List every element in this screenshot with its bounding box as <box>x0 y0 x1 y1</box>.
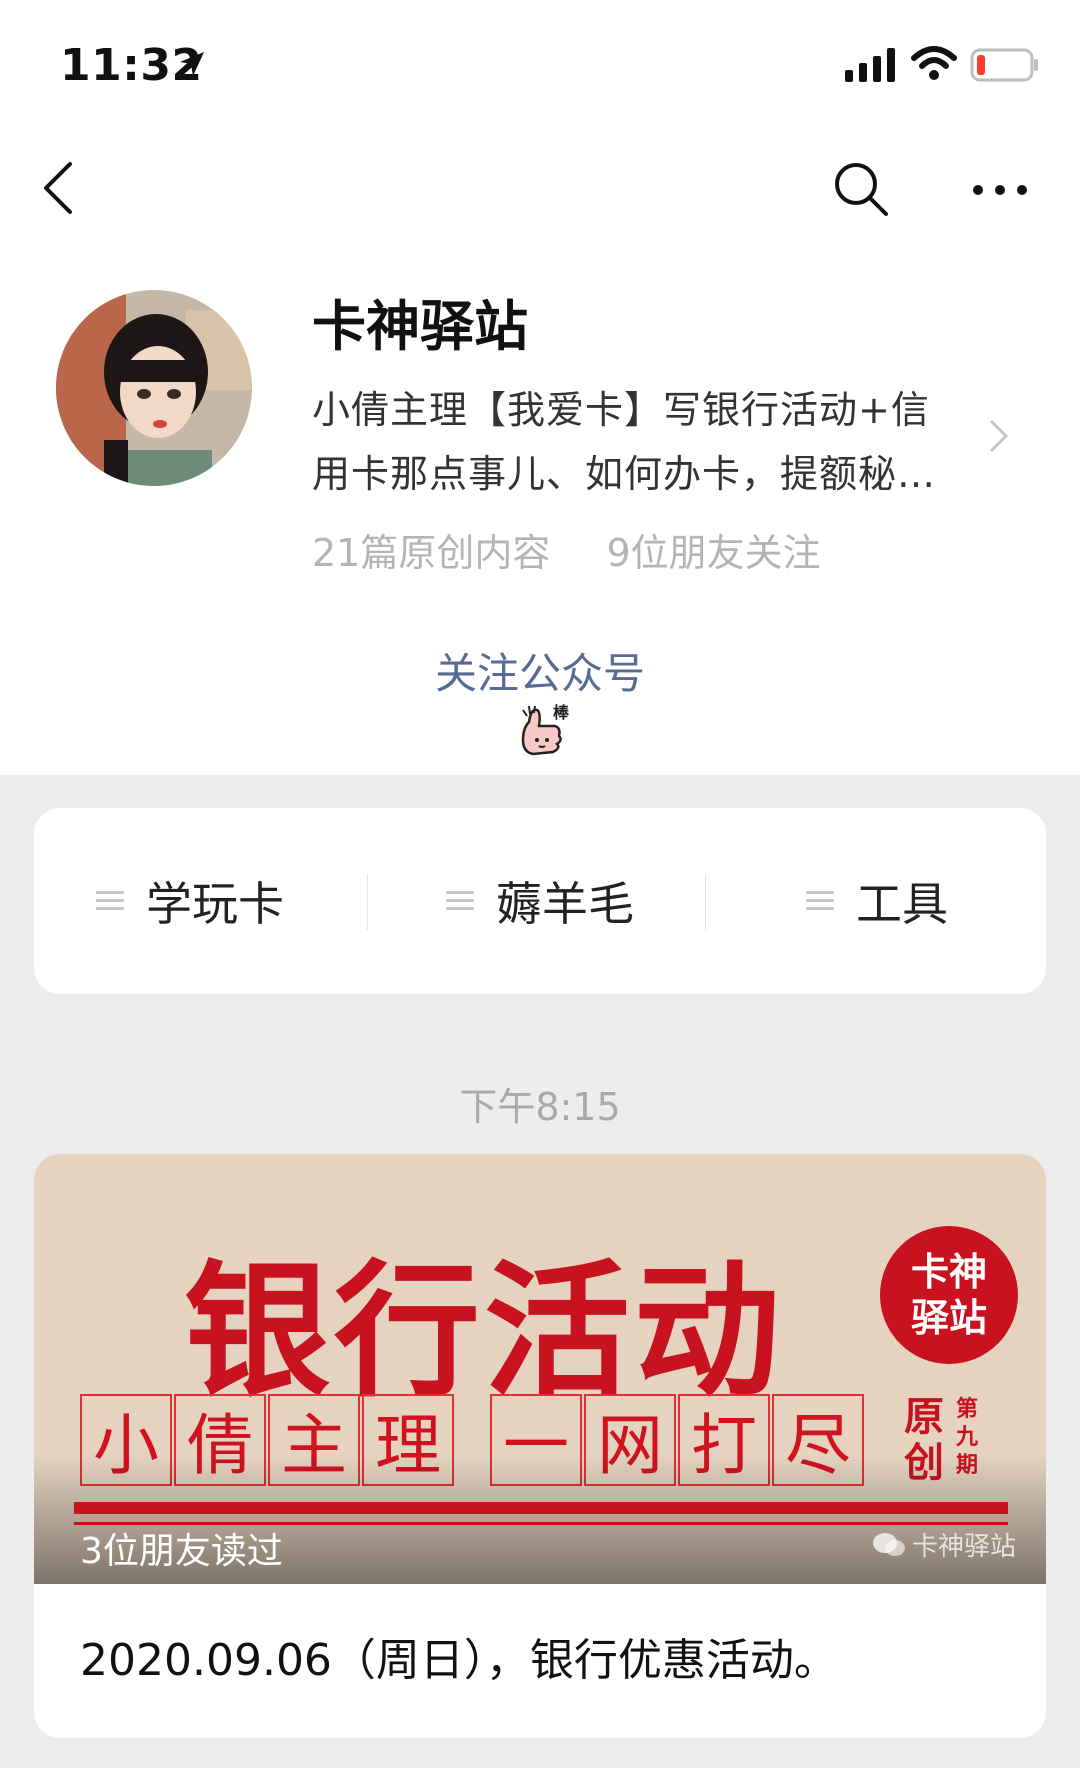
menu-item-tools[interactable]: 工具 <box>806 808 948 994</box>
friends-read-label: 3位朋友读过 <box>80 1531 283 1572</box>
menu-divider <box>705 874 706 930</box>
search-icon[interactable] <box>832 160 890 218</box>
friends-following: 9位朋友关注 <box>606 531 821 575</box>
menu-item-label: 学玩卡 <box>146 877 284 931</box>
follow-button[interactable]: 关注公众号 <box>0 640 1080 701</box>
battery-low-icon <box>970 48 1038 82</box>
more-icon[interactable] <box>970 172 1030 208</box>
menu-item-label: 工具 <box>856 877 948 931</box>
article-title[interactable]: 2020.09.06（周日），银行优惠活动。 <box>80 1624 838 1688</box>
menu-item-deals[interactable]: 薅羊毛 <box>446 808 634 994</box>
menu-divider <box>367 874 368 930</box>
svg-text:棒: 棒 <box>553 703 570 722</box>
wifi-icon <box>911 46 957 80</box>
seal-line: 卡神 <box>910 1250 987 1294</box>
location-arrow-icon <box>180 52 204 76</box>
watermark-text: 卡神驿站 <box>912 1532 1017 1562</box>
menu-list-icon <box>806 891 834 910</box>
account-avatar[interactable] <box>56 290 252 486</box>
menu-item-learn-cards[interactable]: 学玩卡 <box>96 808 284 994</box>
thumbs-up-sticker-icon: 棒 <box>521 703 570 756</box>
back-icon[interactable] <box>38 158 78 218</box>
message-timestamp: 下午8:15 <box>459 1085 621 1129</box>
description-line: 用卡那点事儿、如何办卡，提额秘… <box>312 452 937 496</box>
chevron-right-icon[interactable] <box>988 418 1010 454</box>
description-line: 小倩主理【我爱卡】写银行活动+信 <box>312 388 930 432</box>
seal-line: 驿站 <box>910 1296 987 1340</box>
menu-list-icon <box>446 891 474 910</box>
article-card[interactable]: 银行活动 小 倩 主 理 一 网 打 尽 卡神 驿站 原创 第九期 3位朋友读过 <box>34 1154 1046 1738</box>
cover-divider <box>74 1502 1008 1514</box>
article-cover-image: 银行活动 小 倩 主 理 一 网 打 尽 卡神 驿站 原创 第九期 3位朋友读过 <box>34 1154 1046 1584</box>
cover-watermark: 卡神驿站 <box>872 1526 1016 1563</box>
menu-item-label: 薅羊毛 <box>496 877 634 931</box>
cellular-signal-icon <box>845 48 895 82</box>
original-count: 21篇原创内容 <box>312 531 551 575</box>
cover-seal: 卡神 驿站 <box>880 1226 1018 1364</box>
account-menu: 学玩卡 薅羊毛 工具 <box>34 808 1046 994</box>
account-name: 卡神驿站 <box>312 295 528 358</box>
account-description[interactable]: 小倩主理【我爱卡】写银行活动+信 用卡那点事儿、如何办卡，提额秘… <box>312 378 972 506</box>
menu-list-icon <box>96 891 124 910</box>
account-stats: 21篇原创内容 9位朋友关注 <box>312 522 865 577</box>
wechat-icon <box>873 1532 905 1556</box>
